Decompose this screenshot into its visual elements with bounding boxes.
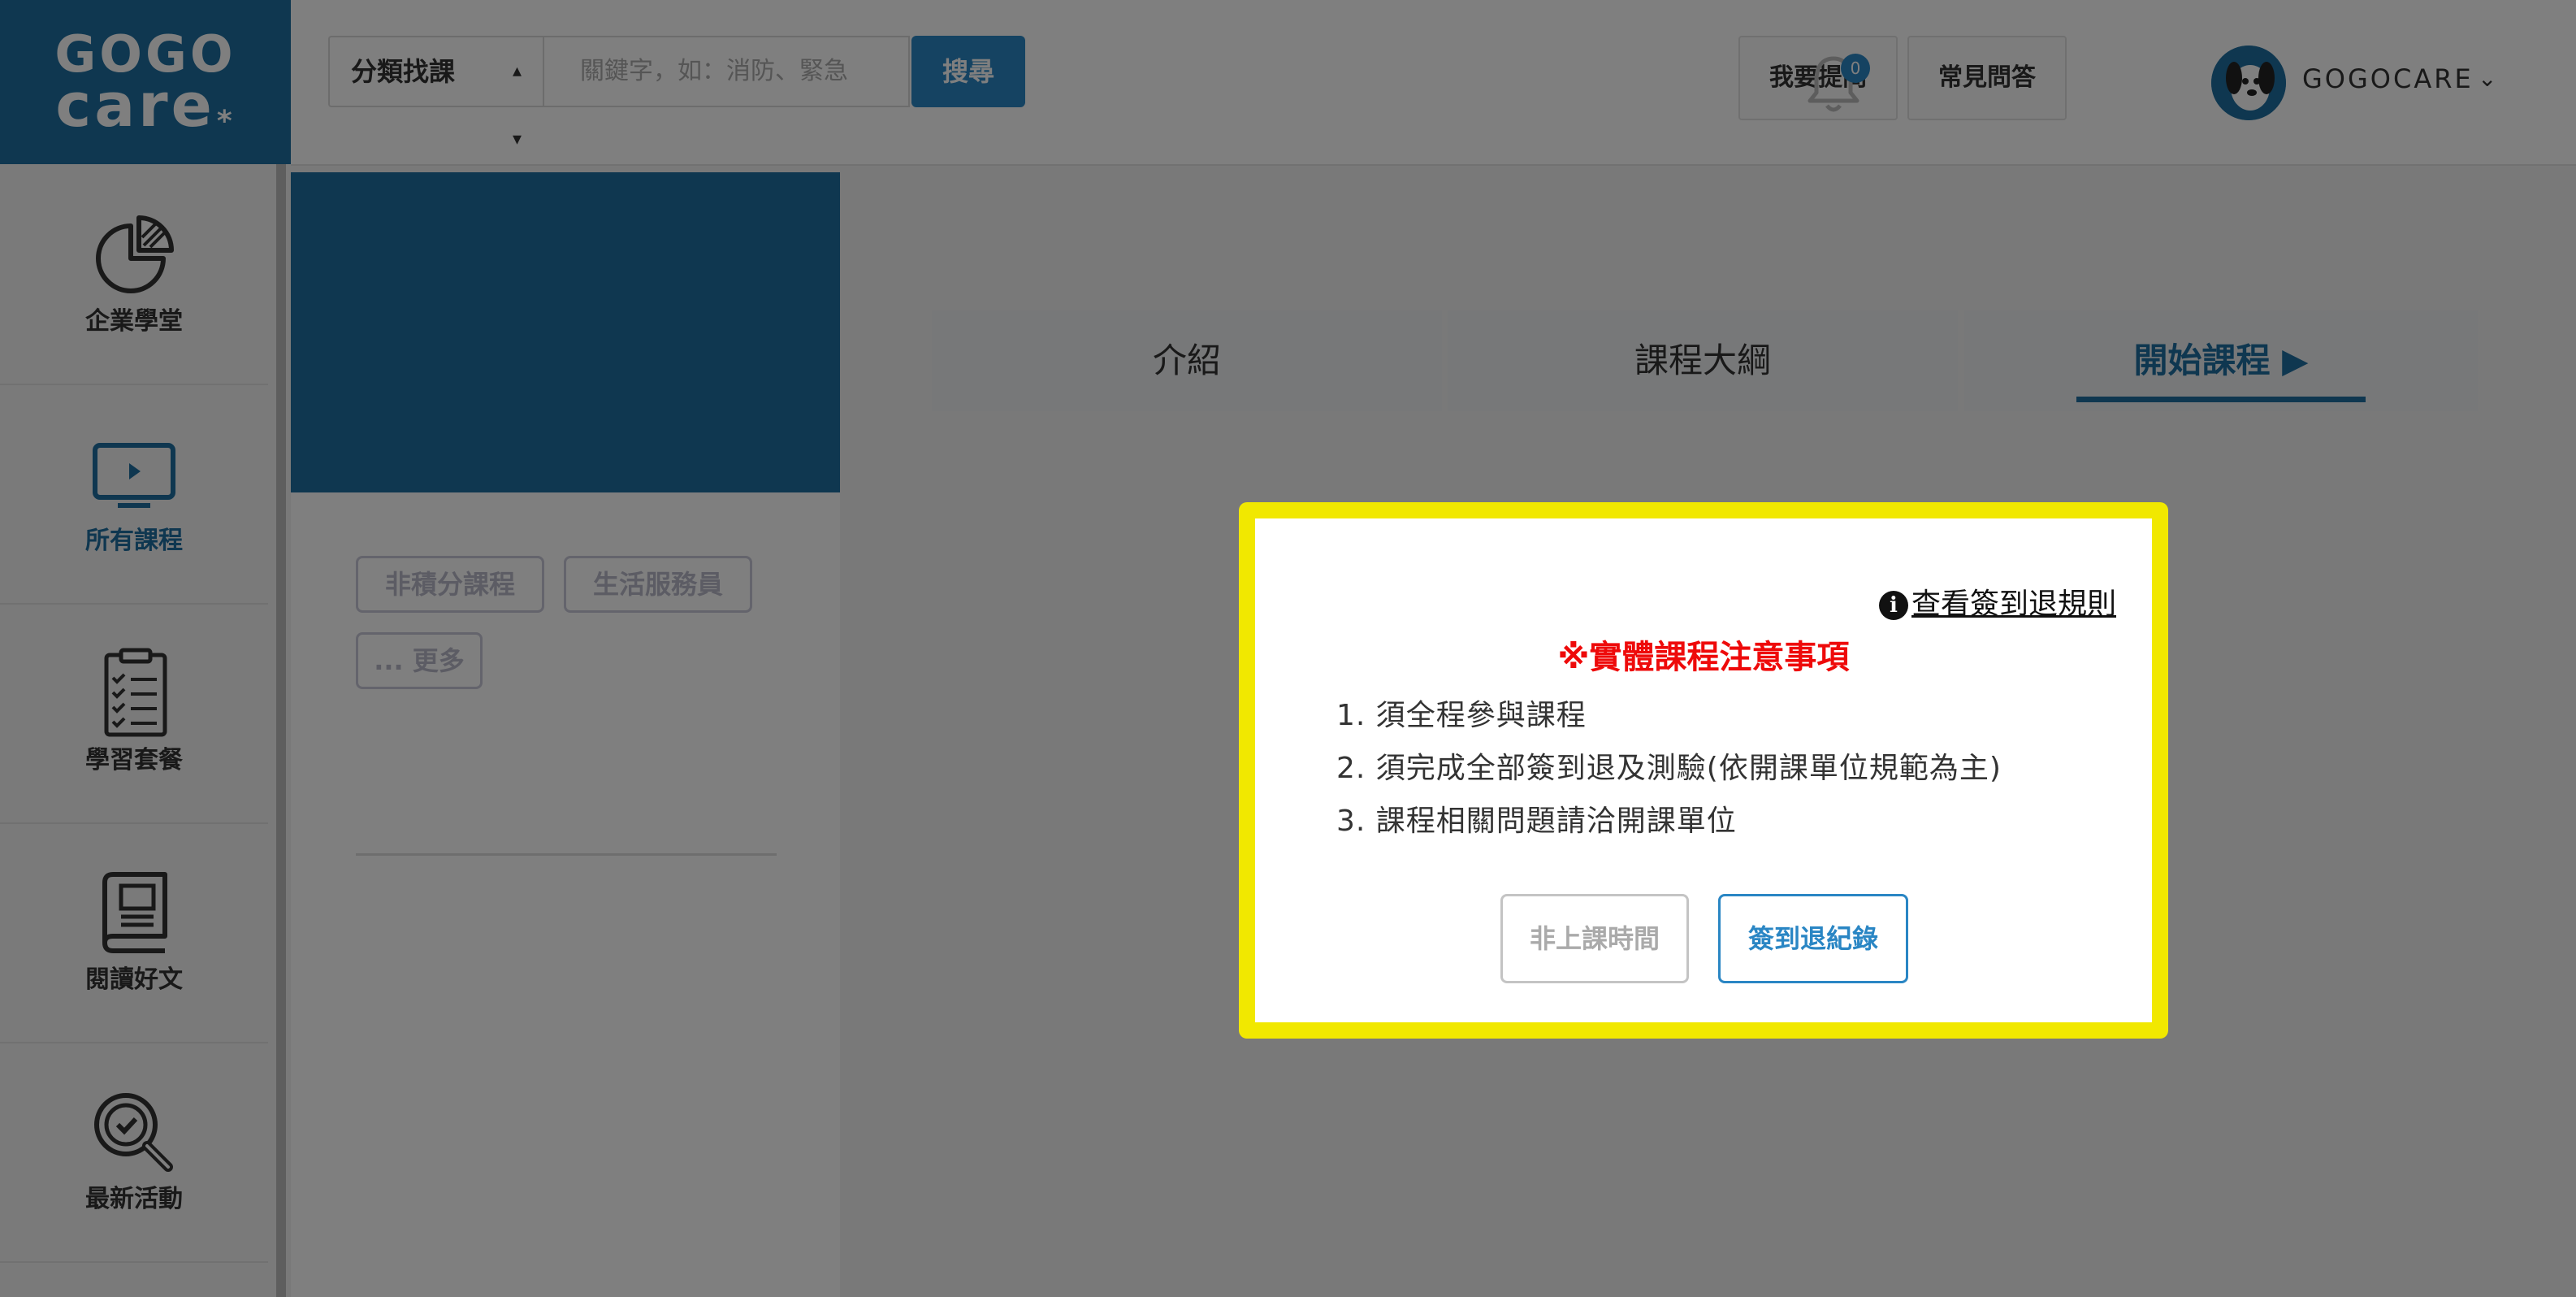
signin-record-button[interactable]: 簽到退紀錄 (1718, 894, 1908, 983)
notice-item: 1. 須全程參與課程 (1336, 699, 1587, 732)
info-icon: i (1878, 591, 1908, 620)
notice-item: 3. 課程相關問題請洽開課單位 (1336, 805, 1737, 838)
signin-rules-link[interactable]: i 查看簽到退規則 (1878, 580, 2116, 622)
signin-rules-link-text: 查看簽到退規則 (1911, 588, 2116, 621)
notice-title: ※實體課程注意事項 (1557, 639, 1850, 676)
notice-list: 1. 須全程參與課程 2. 須完成全部簽到退及測驗(依開課單位規範為主) 3. … (1336, 689, 2002, 848)
course-notice-modal: i 查看簽到退規則 ※實體課程注意事項 1. 須全程參與課程 2. 須完成全部簽到… (1239, 502, 2168, 1039)
off-hours-button[interactable]: 非上課時間 (1500, 894, 1689, 983)
notice-item: 2. 須完成全部簽到退及測驗(依開課單位規範為主) (1336, 752, 2002, 785)
